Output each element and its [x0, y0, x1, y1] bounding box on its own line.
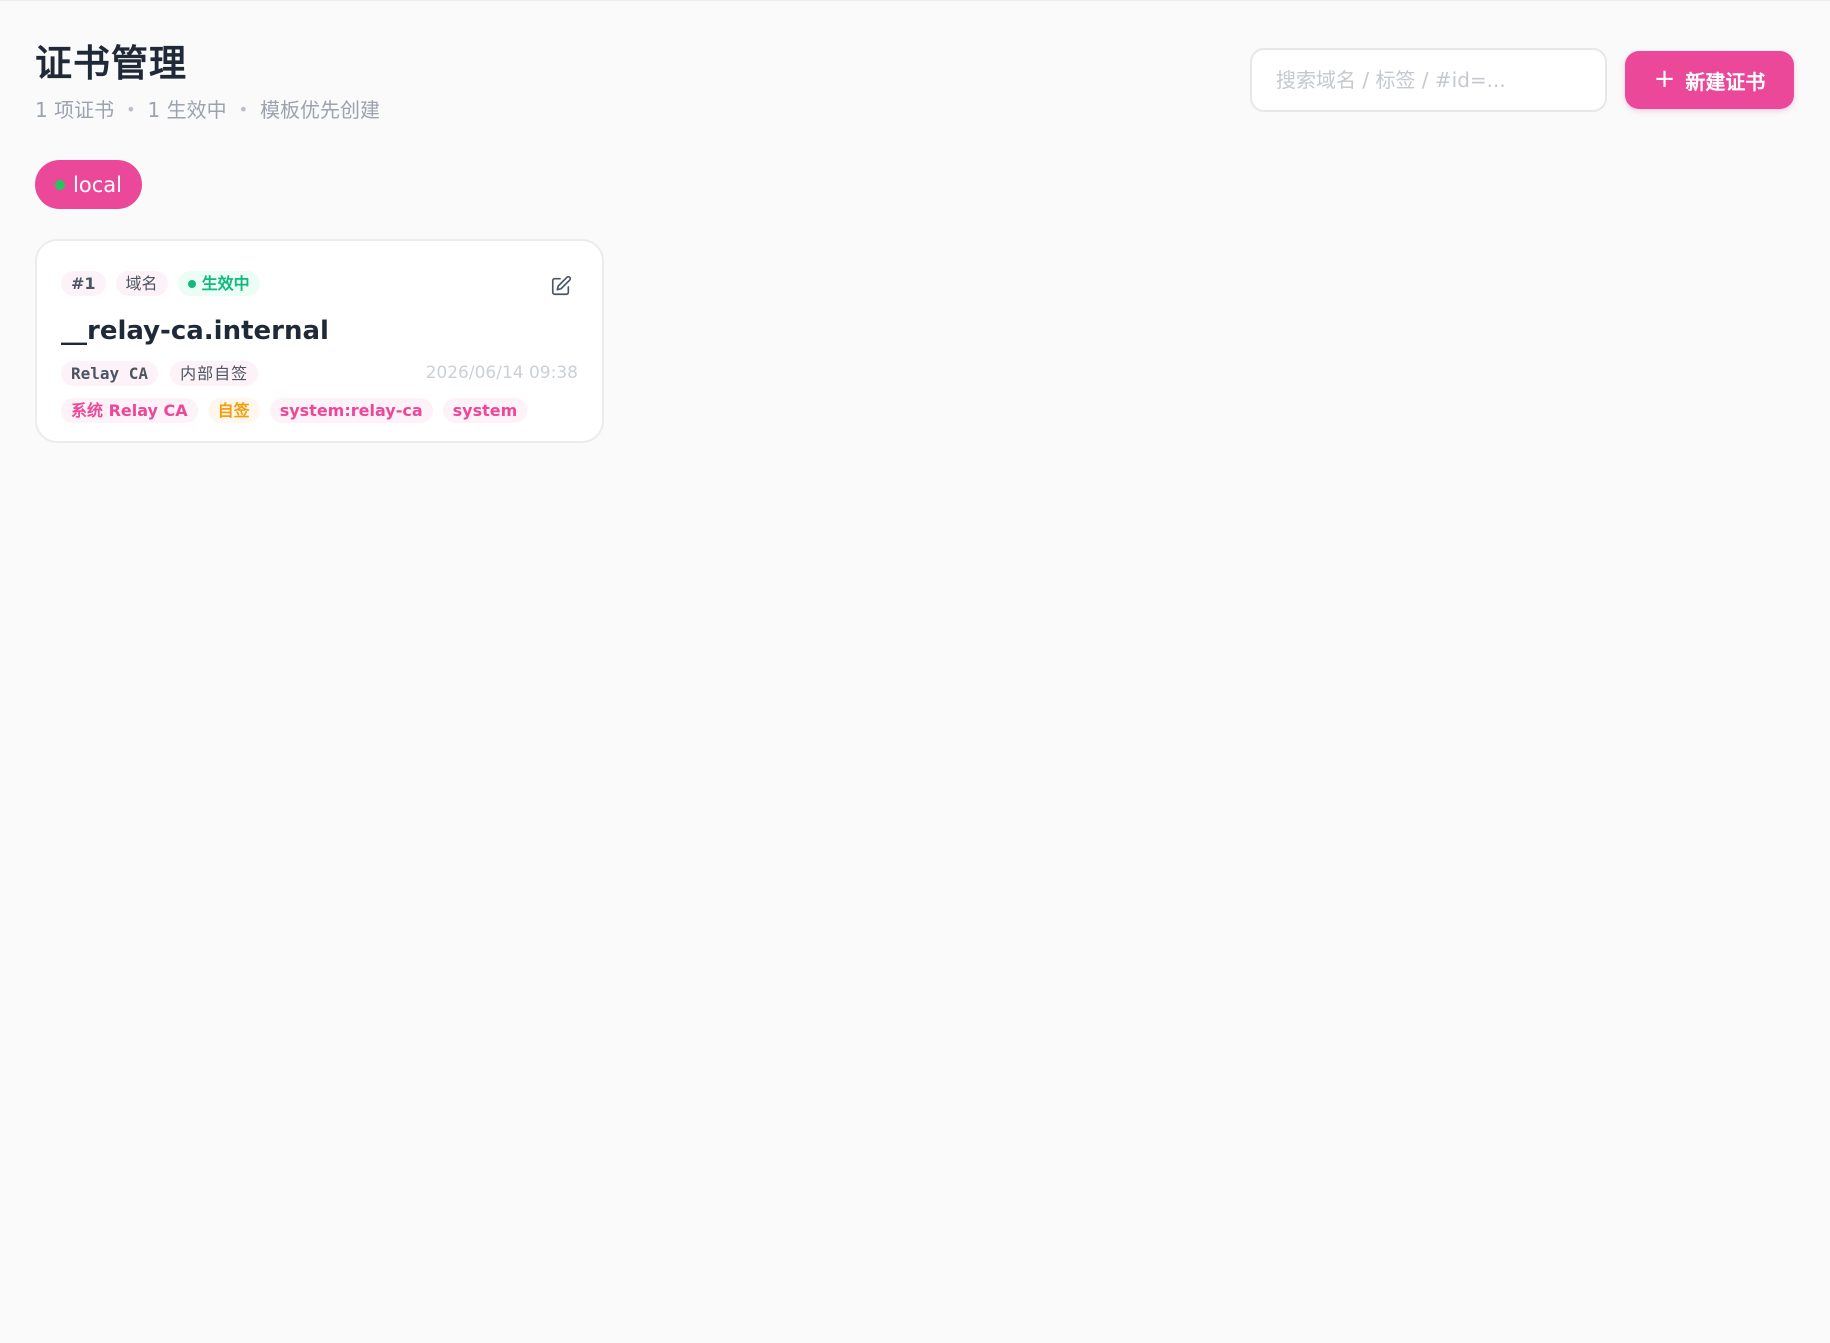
new-certificate-button[interactable]: + 新建证书	[1625, 51, 1794, 109]
edit-icon[interactable]	[550, 275, 572, 297]
new-certificate-label: 新建证书	[1685, 69, 1766, 94]
page-subtitle: 1 项证书 • 1 生效中 • 模板优先创建	[35, 97, 380, 123]
search-input[interactable]	[1276, 68, 1581, 92]
search-box[interactable]	[1250, 48, 1607, 112]
tag-list: 系统 Relay CA 自签 system:relay-ca system	[61, 398, 528, 423]
separator-dot: •	[238, 100, 249, 119]
certificate-domain: __relay-ca.internal	[61, 316, 329, 346]
certificate-id-badge: #1	[61, 271, 106, 296]
status-label: 生效中	[201, 273, 250, 293]
tag-chip: 自签	[207, 398, 260, 423]
updated-timestamp: 2026/06/14 09:38	[425, 363, 578, 383]
certificate-count: 1 项证书	[35, 98, 115, 122]
issuer-row: Relay CA 内部自签	[61, 361, 259, 386]
status-dot-icon	[187, 279, 196, 288]
tag-chip: system	[442, 398, 528, 423]
plus-icon: +	[1653, 64, 1676, 94]
environment-filter-local[interactable]: local	[35, 160, 142, 209]
certificate-type-badge: 域名	[115, 271, 168, 296]
tag-chip: 系统 Relay CA	[61, 398, 198, 423]
certificate-card[interactable]: #1 域名 生效中 __relay-ca.internal Relay CA 内…	[35, 239, 604, 443]
page: 证书管理 1 项证书 • 1 生效中 • 模板优先创建 + 新建证书 local…	[0, 0, 1830, 1343]
issuer-badge: Relay CA	[61, 361, 159, 386]
page-title: 证书管理	[35, 42, 187, 85]
status-dot-icon	[55, 179, 66, 190]
separator-dot: •	[126, 100, 136, 119]
tag-chip: system:relay-ca	[269, 398, 433, 423]
environment-label: local	[73, 172, 122, 197]
template-note: 模板优先创建	[260, 98, 381, 122]
issuer-kind-badge: 内部自签	[170, 361, 259, 386]
active-count: 1 生效中	[147, 98, 227, 122]
status-badge: 生效中	[177, 271, 260, 296]
card-header: #1 域名 生效中	[61, 271, 260, 296]
page-header: 证书管理 1 项证书 • 1 生效中 • 模板优先创建	[35, 41, 380, 123]
